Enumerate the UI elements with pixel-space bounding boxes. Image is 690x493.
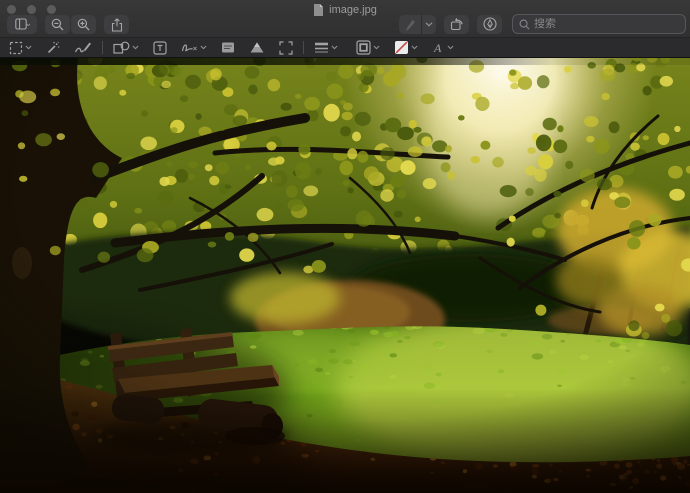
tool-text-button[interactable] (150, 39, 170, 57)
sidebar-button[interactable] (7, 15, 37, 34)
tool-sign-button[interactable] (178, 39, 210, 57)
note-icon (222, 42, 234, 53)
tool-instant-alpha-button[interactable] (43, 39, 63, 57)
annotate-button[interactable] (399, 15, 421, 34)
tool-selection-button[interactable] (6, 39, 35, 57)
search-field[interactable] (512, 14, 686, 34)
svg-text:A: A (433, 41, 442, 54)
top-edge-shade (0, 58, 690, 65)
text-style-icon: A (433, 41, 442, 54)
sidebar-icon (14, 18, 30, 30)
chevron-down-icon (200, 45, 207, 50)
tool-shapes-button[interactable] (110, 39, 142, 57)
search-icon (519, 19, 530, 29)
zoom-in-button[interactable] (71, 15, 96, 34)
preview-window: image.jpg 搜索 A (0, 0, 690, 493)
right-button-group (399, 14, 686, 34)
search-input[interactable] (534, 18, 679, 30)
photo-canvas[interactable] (0, 58, 690, 493)
zoom-out-icon (51, 18, 64, 31)
tool-sketch-button[interactable] (71, 39, 95, 57)
toolbar-separator (102, 41, 103, 54)
markup-pen-icon (482, 17, 497, 31)
markup-toolbar-toggle-button[interactable] (477, 14, 502, 34)
title-bar: image.jpg (0, 0, 690, 38)
line-weight-icon (315, 42, 328, 53)
adjust-size-icon (279, 40, 293, 55)
rotate-left-icon (450, 17, 463, 31)
chevron-down-icon (132, 45, 139, 50)
tool-text-style-button[interactable]: A (429, 39, 457, 57)
shapes-icon (113, 41, 130, 54)
chevron-down-icon (373, 45, 380, 50)
adjust-color-icon (250, 42, 264, 53)
marker-pen-icon (404, 19, 415, 31)
annotate-split-button (399, 14, 436, 34)
chevron-down-icon (411, 45, 418, 50)
magic-wand-icon (47, 41, 60, 53)
tool-adjust-color-button[interactable] (246, 39, 268, 57)
fill-color-icon (395, 41, 408, 54)
tool-adjust-size-button[interactable] (276, 39, 296, 57)
signature-icon (181, 44, 197, 52)
sketch-pen-icon (74, 42, 91, 52)
annotate-dropdown-button[interactable] (422, 15, 436, 34)
share-button[interactable] (104, 15, 129, 34)
tool-shape-style-button[interactable] (311, 39, 341, 57)
chevron-down-icon (425, 21, 433, 27)
left-button-group (7, 15, 129, 34)
border-color-icon (356, 40, 371, 55)
chevron-down-icon (447, 45, 454, 50)
selection-rect-icon (9, 41, 23, 54)
tool-border-color-button[interactable] (353, 39, 383, 57)
markup-toolbar: A (0, 38, 690, 58)
window-title-text: image.jpg (329, 4, 377, 16)
toolbar-separator (303, 41, 304, 54)
rotate-left-button[interactable] (444, 14, 469, 34)
zoom-out-button[interactable] (45, 15, 70, 34)
zoom-in-icon (77, 18, 90, 31)
tool-note-button[interactable] (218, 39, 238, 57)
share-icon (111, 17, 122, 32)
bottom-fade (0, 388, 690, 493)
text-box-icon (153, 40, 167, 55)
tool-fill-color-button[interactable] (391, 39, 421, 57)
photo-autumn-park (0, 58, 690, 493)
document-icon (314, 3, 324, 16)
chevron-down-icon (331, 45, 338, 50)
chevron-down-icon (25, 45, 32, 50)
